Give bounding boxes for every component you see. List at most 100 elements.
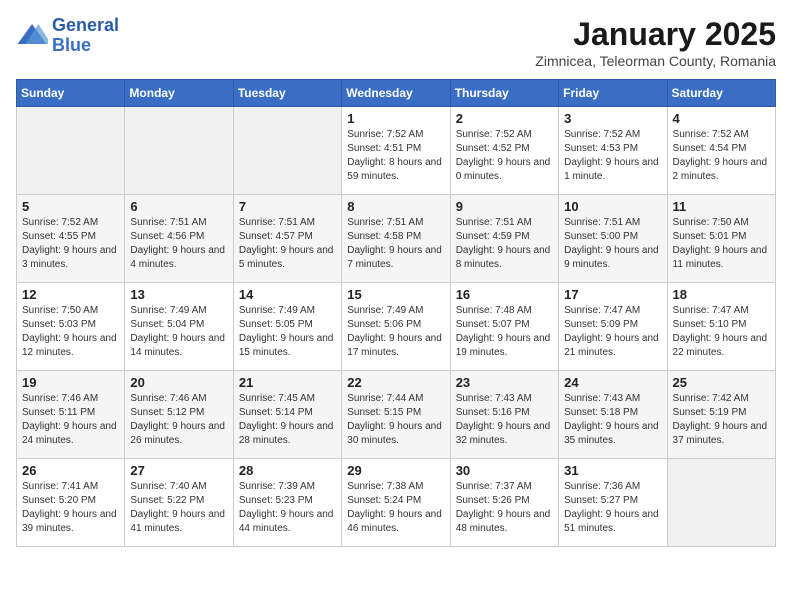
calendar-cell: [667, 459, 775, 547]
col-header-monday: Monday: [125, 80, 233, 107]
page-header: General Blue January 2025 Zimnicea, Tele…: [16, 16, 776, 69]
cell-info: Sunrise: 7:49 AMSunset: 5:04 PMDaylight:…: [130, 304, 227, 360]
day-number: 24: [564, 375, 661, 390]
calendar-cell: 10 Sunrise: 7:51 AMSunset: 5:00 PMDayligh…: [559, 195, 667, 283]
calendar-cell: 1Sunrise: 7:52 AMSunset: 4:51 PMDaylight…: [342, 107, 450, 195]
cell-info: Sunrise: 7:50 AMSunset: 5:01 PMDaylight:…: [673, 216, 770, 272]
cell-info: Sunrise: 7:43 AMSunset: 5:18 PMDaylight:…: [564, 392, 661, 448]
month-title: January 2025: [535, 16, 776, 53]
calendar-cell: 28 Sunrise: 7:39 AMSunset: 5:23 PMDayligh…: [233, 459, 341, 547]
day-number: 25: [673, 375, 770, 390]
day-number: 20: [130, 375, 227, 390]
cell-info: Sunrise: 7:49 AMSunset: 5:05 PMDaylight:…: [239, 304, 336, 360]
day-number: 17: [564, 287, 661, 302]
cell-info: Sunrise: 7:45 AMSunset: 5:14 PMDaylight:…: [239, 392, 336, 448]
day-number: 18: [673, 287, 770, 302]
cell-info: Sunrise: 7:41 AMSunset: 5:20 PMDaylight:…: [22, 480, 119, 536]
logo-text: General Blue: [52, 16, 119, 56]
cell-info: Sunrise: 7:39 AMSunset: 5:23 PMDaylight:…: [239, 480, 336, 536]
calendar-cell: 14 Sunrise: 7:49 AMSunset: 5:05 PMDayligh…: [233, 283, 341, 371]
day-number: 29: [347, 463, 444, 478]
cell-info: Sunrise: 7:38 AMSunset: 5:24 PMDaylight:…: [347, 480, 444, 536]
day-number: 4: [673, 111, 770, 126]
calendar-cell: 27 Sunrise: 7:40 AMSunset: 5:22 PMDayligh…: [125, 459, 233, 547]
calendar-cell: 9 Sunrise: 7:51 AMSunset: 4:59 PMDaylight…: [450, 195, 558, 283]
week-row-1: 1Sunrise: 7:52 AMSunset: 4:51 PMDaylight…: [17, 107, 776, 195]
calendar-cell: 16Sunrise: 7:48 AMSunset: 5:07 PMDayligh…: [450, 283, 558, 371]
calendar-cell: [17, 107, 125, 195]
cell-info: Sunrise: 7:43 AMSunset: 5:16 PMDaylight:…: [456, 392, 553, 448]
week-row-5: 26 Sunrise: 7:41 AMSunset: 5:20 PMDayligh…: [17, 459, 776, 547]
cell-info: Sunrise: 7:52 AMSunset: 4:55 PMDaylight:…: [22, 216, 119, 272]
cell-info: Sunrise: 7:40 AMSunset: 5:22 PMDaylight:…: [130, 480, 227, 536]
week-row-4: 19 Sunrise: 7:46 AMSunset: 5:11 PMDayligh…: [17, 371, 776, 459]
day-number: 21: [239, 375, 336, 390]
calendar-cell: 4 Sunrise: 7:52 AMSunset: 4:54 PMDaylight…: [667, 107, 775, 195]
day-number: 10: [564, 199, 661, 214]
calendar-cell: 30Sunrise: 7:37 AMSunset: 5:26 PMDayligh…: [450, 459, 558, 547]
cell-info: Sunrise: 7:36 AMSunset: 5:27 PMDaylight:…: [564, 480, 661, 536]
cell-info: Sunrise: 7:47 AMSunset: 5:10 PMDaylight:…: [673, 304, 770, 360]
day-number: 11: [673, 199, 770, 214]
day-number: 16: [456, 287, 553, 302]
calendar-cell: 12 Sunrise: 7:50 AMSunset: 5:03 PMDayligh…: [17, 283, 125, 371]
day-number: 15: [347, 287, 444, 302]
calendar-cell: 15 Sunrise: 7:49 AMSunset: 5:06 PMDayligh…: [342, 283, 450, 371]
day-number: 14: [239, 287, 336, 302]
day-number: 6: [130, 199, 227, 214]
cell-info: Sunrise: 7:51 AMSunset: 5:00 PMDaylight:…: [564, 216, 661, 272]
day-number: 28: [239, 463, 336, 478]
cell-info: Sunrise: 7:51 AMSunset: 4:56 PMDaylight:…: [130, 216, 227, 272]
calendar-cell: 2Sunrise: 7:52 AMSunset: 4:52 PMDaylight…: [450, 107, 558, 195]
col-header-tuesday: Tuesday: [233, 80, 341, 107]
calendar-cell: 24 Sunrise: 7:43 AMSunset: 5:18 PMDayligh…: [559, 371, 667, 459]
cell-info: Sunrise: 7:51 AMSunset: 4:59 PMDaylight:…: [456, 216, 553, 272]
day-number: 26: [22, 463, 119, 478]
calendar-cell: [125, 107, 233, 195]
calendar-cell: 5 Sunrise: 7:52 AMSunset: 4:55 PMDaylight…: [17, 195, 125, 283]
cell-info: Sunrise: 7:49 AMSunset: 5:06 PMDaylight:…: [347, 304, 444, 360]
calendar-cell: [233, 107, 341, 195]
day-number: 31: [564, 463, 661, 478]
calendar-cell: 11 Sunrise: 7:50 AMSunset: 5:01 PMDayligh…: [667, 195, 775, 283]
cell-info: Sunrise: 7:50 AMSunset: 5:03 PMDaylight:…: [22, 304, 119, 360]
col-header-friday: Friday: [559, 80, 667, 107]
calendar-cell: 13 Sunrise: 7:49 AMSunset: 5:04 PMDayligh…: [125, 283, 233, 371]
day-number: 30: [456, 463, 553, 478]
calendar-cell: 3Sunrise: 7:52 AMSunset: 4:53 PMDaylight…: [559, 107, 667, 195]
calendar-cell: 8Sunrise: 7:51 AMSunset: 4:58 PMDaylight…: [342, 195, 450, 283]
day-number: 23: [456, 375, 553, 390]
col-header-sunday: Sunday: [17, 80, 125, 107]
day-number: 5: [22, 199, 119, 214]
col-header-thursday: Thursday: [450, 80, 558, 107]
day-number: 2: [456, 111, 553, 126]
cell-info: Sunrise: 7:52 AMSunset: 4:54 PMDaylight:…: [673, 128, 770, 184]
day-number: 7: [239, 199, 336, 214]
calendar-cell: 23 Sunrise: 7:43 AMSunset: 5:16 PMDayligh…: [450, 371, 558, 459]
calendar-cell: 6 Sunrise: 7:51 AMSunset: 4:56 PMDaylight…: [125, 195, 233, 283]
day-number: 27: [130, 463, 227, 478]
day-number: 12: [22, 287, 119, 302]
calendar-cell: 7Sunrise: 7:51 AMSunset: 4:57 PMDaylight…: [233, 195, 341, 283]
cell-info: Sunrise: 7:52 AMSunset: 4:53 PMDaylight:…: [564, 128, 661, 184]
day-number: 13: [130, 287, 227, 302]
calendar-cell: 29 Sunrise: 7:38 AMSunset: 5:24 PMDayligh…: [342, 459, 450, 547]
logo: General Blue: [16, 16, 119, 56]
cell-info: Sunrise: 7:46 AMSunset: 5:11 PMDaylight:…: [22, 392, 119, 448]
cell-info: Sunrise: 7:46 AMSunset: 5:12 PMDaylight:…: [130, 392, 227, 448]
logo-icon: [16, 20, 48, 52]
location-subtitle: Zimnicea, Teleorman County, Romania: [535, 53, 776, 69]
week-row-2: 5 Sunrise: 7:52 AMSunset: 4:55 PMDaylight…: [17, 195, 776, 283]
col-header-wednesday: Wednesday: [342, 80, 450, 107]
calendar-cell: 21 Sunrise: 7:45 AMSunset: 5:14 PMDayligh…: [233, 371, 341, 459]
calendar-cell: 19 Sunrise: 7:46 AMSunset: 5:11 PMDayligh…: [17, 371, 125, 459]
calendar-cell: 25 Sunrise: 7:42 AMSunset: 5:19 PMDayligh…: [667, 371, 775, 459]
calendar-cell: 17Sunrise: 7:47 AMSunset: 5:09 PMDayligh…: [559, 283, 667, 371]
calendar-cell: 31 Sunrise: 7:36 AMSunset: 5:27 PMDayligh…: [559, 459, 667, 547]
cell-info: Sunrise: 7:52 AMSunset: 4:51 PMDaylight:…: [347, 128, 444, 184]
day-number: 19: [22, 375, 119, 390]
day-number: 8: [347, 199, 444, 214]
day-number: 9: [456, 199, 553, 214]
cell-info: Sunrise: 7:42 AMSunset: 5:19 PMDaylight:…: [673, 392, 770, 448]
col-header-saturday: Saturday: [667, 80, 775, 107]
